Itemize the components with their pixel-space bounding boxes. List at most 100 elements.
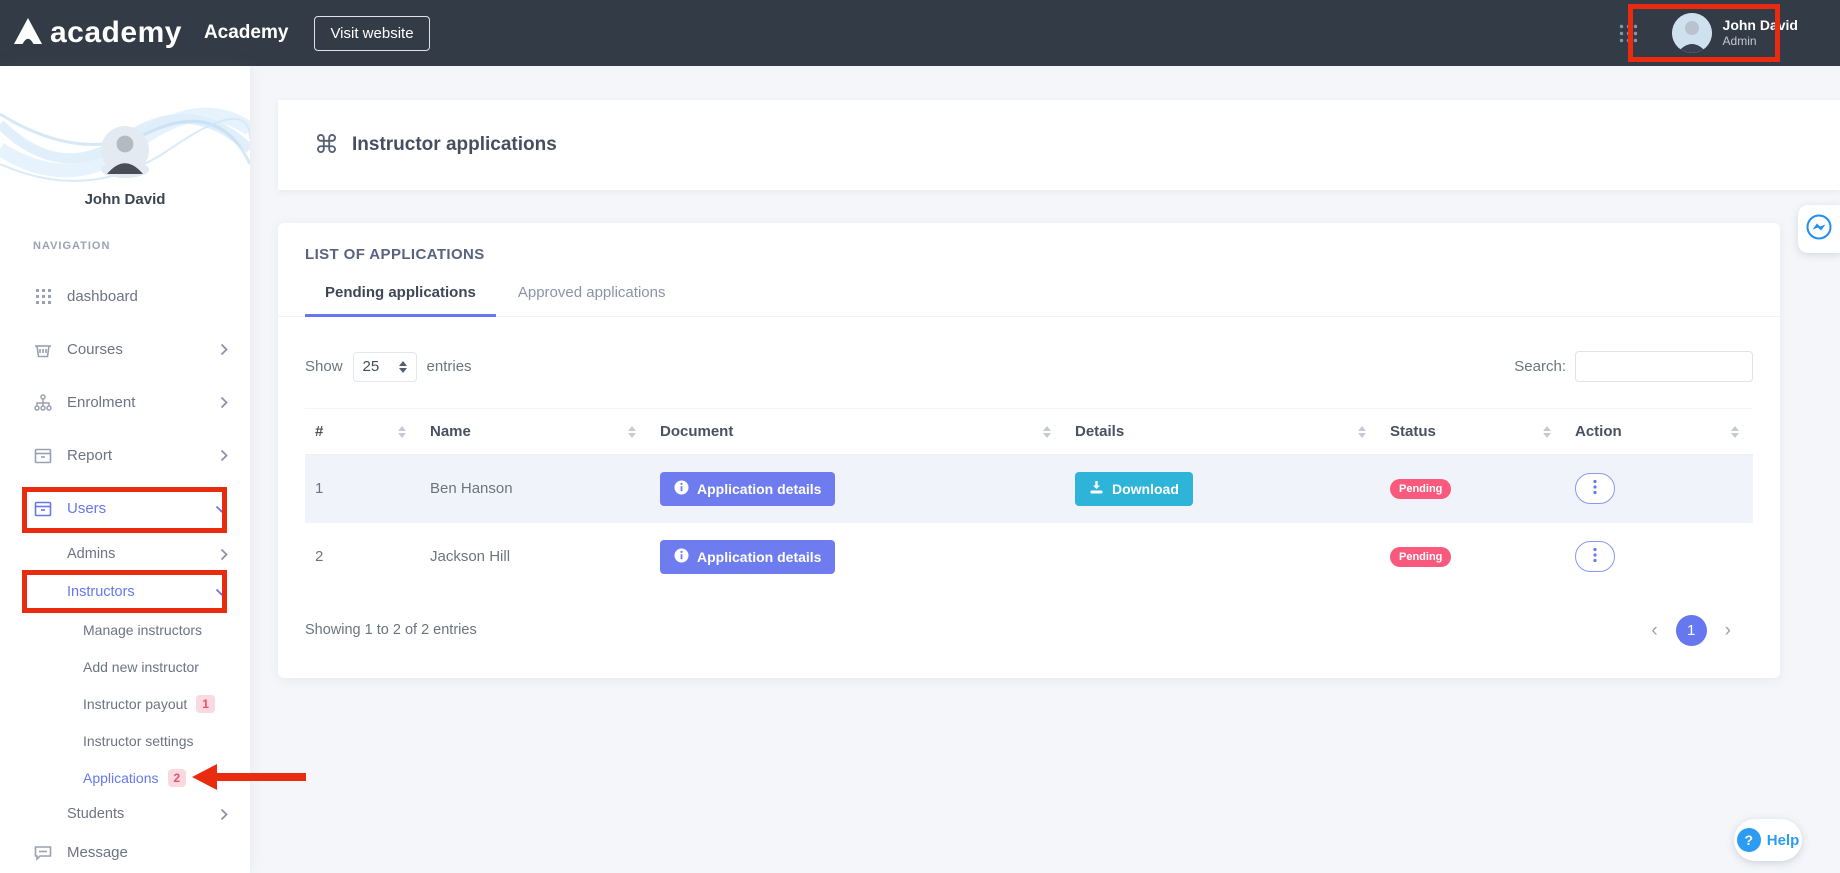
sidebar-item-message[interactable]: Message [0, 832, 250, 873]
search-input[interactable] [1575, 351, 1753, 382]
tab-approved-applications[interactable]: Approved applications [498, 284, 686, 316]
sidebar-item-label: Admins [67, 546, 220, 562]
messenger-icon [1806, 214, 1832, 245]
sidebar-item-label: Instructor settings [83, 733, 228, 749]
sidebar-item-label: Applications [83, 770, 159, 786]
table-header-row: # Name Document Details Status Action [305, 409, 1753, 455]
sidebar-avatar [101, 161, 149, 178]
command-icon: ⌘ [314, 130, 339, 160]
sidebar-item-users[interactable]: Users [0, 482, 250, 535]
column-header-status[interactable]: Status [1380, 409, 1565, 455]
topbar: academy Academy Visit website Joh [0, 0, 1840, 66]
chevron-right-icon [220, 396, 228, 409]
sidebar-item-dashboard[interactable]: dashboard [0, 270, 250, 323]
status-badge: Pending [1390, 479, 1451, 499]
screen: academy Academy Visit website Joh [0, 0, 1840, 873]
sidebar-item-manage-instructors[interactable]: Manage instructors [0, 611, 250, 648]
sort-icon [1731, 426, 1747, 438]
page-size-select[interactable]: 25 [353, 352, 417, 382]
sidebar-item-applications[interactable]: Applications 2 [0, 759, 250, 796]
sidebar-item-label: Instructor payout [83, 696, 187, 712]
pagination: ‹ 1 › [1651, 615, 1753, 646]
sidebar-item-students[interactable]: Students [0, 796, 250, 832]
pagination-prev[interactable]: ‹ [1651, 621, 1657, 640]
academy-logo-icon [13, 17, 43, 50]
courses-basket-icon [33, 341, 53, 358]
sidebar-item-add-new-instructor[interactable]: Add new instructor [0, 648, 250, 685]
enrolment-sitemap-icon [33, 394, 53, 411]
vertical-dots-icon [1593, 479, 1597, 498]
help-button[interactable]: ? Help [1734, 819, 1802, 861]
sidebar-item-courses[interactable]: Courses [0, 323, 250, 376]
applications-count-badge: 2 [168, 769, 187, 787]
application-details-button[interactable]: Application details [660, 472, 835, 506]
sidebar-item-enrolment[interactable]: Enrolment [0, 376, 250, 429]
sidebar-item-label: dashboard [67, 288, 228, 305]
column-header-action[interactable]: Action [1565, 409, 1753, 455]
dashboard-grid-icon [33, 289, 53, 304]
report-archive-icon [33, 448, 53, 464]
row-number: 2 [305, 523, 420, 591]
messenger-tab[interactable] [1798, 205, 1840, 253]
users-archive-icon [33, 501, 53, 517]
visit-website-button[interactable]: Visit website [314, 16, 429, 51]
user-avatar [1672, 13, 1712, 53]
user-meta: John David Admin [1723, 17, 1798, 50]
sidebar-item-label: Courses [67, 341, 220, 358]
application-details-button[interactable]: Application details [660, 540, 835, 574]
row-actions-button[interactable] [1575, 473, 1615, 504]
column-header-name[interactable]: Name [420, 409, 650, 455]
brand-logo[interactable]: academy [0, 16, 182, 50]
sidebar-item-instructor-settings[interactable]: Instructor settings [0, 722, 250, 759]
sidebar-profile: John David [0, 126, 250, 208]
sidebar-item-instructor-payout[interactable]: Instructor payout 1 [0, 685, 250, 722]
sidebar-menu: dashboard Courses Enrolment [0, 270, 250, 873]
showing-entries-text: Showing 1 to 2 of 2 entries [305, 622, 477, 638]
applicant-name: Ben Hanson [420, 455, 650, 523]
tab-pending-applications[interactable]: Pending applications [305, 284, 496, 317]
sidebar-item-instructors[interactable]: Instructors [0, 573, 250, 611]
table-row: 2 Jackson Hill Application details Pendi… [305, 523, 1753, 591]
chevron-right-icon [220, 548, 228, 561]
vertical-dots-icon [1593, 547, 1597, 566]
sidebar-profile-name: John David [0, 191, 250, 208]
table-controls: Show 25 entries Search: [278, 351, 1780, 382]
search-label: Search: [1514, 358, 1566, 375]
pagination-page-1[interactable]: 1 [1676, 615, 1707, 646]
download-button[interactable]: Download [1075, 472, 1193, 506]
help-label: Help [1767, 832, 1800, 849]
page-title: Instructor applications [352, 134, 557, 156]
message-chat-icon [33, 845, 53, 861]
column-header-num[interactable]: # [305, 409, 420, 455]
column-header-details[interactable]: Details [1065, 409, 1380, 455]
search-group: Search: [1514, 351, 1753, 382]
apps-grid-icon[interactable] [1619, 24, 1638, 43]
navigation-section-label: NAVIGATION [33, 240, 110, 252]
sort-icon [628, 426, 644, 438]
sidebar-item-label: Manage instructors [83, 622, 228, 638]
user-role: Admin [1723, 34, 1798, 49]
sort-icon [1358, 426, 1374, 438]
topbar-right: John David Admin [1619, 13, 1840, 53]
sidebar-item-label: Message [67, 844, 228, 861]
user-menu[interactable]: John David Admin [1672, 13, 1798, 53]
show-label: Show [305, 358, 343, 375]
card-heading: LIST OF APPLICATIONS [278, 223, 1780, 263]
applicant-name: Jackson Hill [420, 523, 650, 591]
table-row: 1 Ben Hanson Application details Downloa… [305, 455, 1753, 523]
pagination-next[interactable]: › [1725, 621, 1731, 640]
info-icon [674, 548, 689, 566]
column-header-document[interactable]: Document [650, 409, 1065, 455]
row-actions-button[interactable] [1575, 541, 1615, 572]
sort-icon [1543, 426, 1559, 438]
sidebar-item-label: Report [67, 447, 220, 464]
tabs: Pending applications Approved applicatio… [278, 284, 1780, 317]
chevron-right-icon [220, 343, 228, 356]
entries-label: entries [427, 358, 472, 375]
row-number: 1 [305, 455, 420, 523]
sidebar-item-report[interactable]: Report [0, 429, 250, 482]
sidebar-item-admins[interactable]: Admins [0, 535, 250, 573]
download-icon [1089, 480, 1104, 498]
sidebar-item-label: Add new instructor [83, 659, 228, 675]
applications-table: # Name Document Details Status Action 1 … [305, 408, 1753, 591]
